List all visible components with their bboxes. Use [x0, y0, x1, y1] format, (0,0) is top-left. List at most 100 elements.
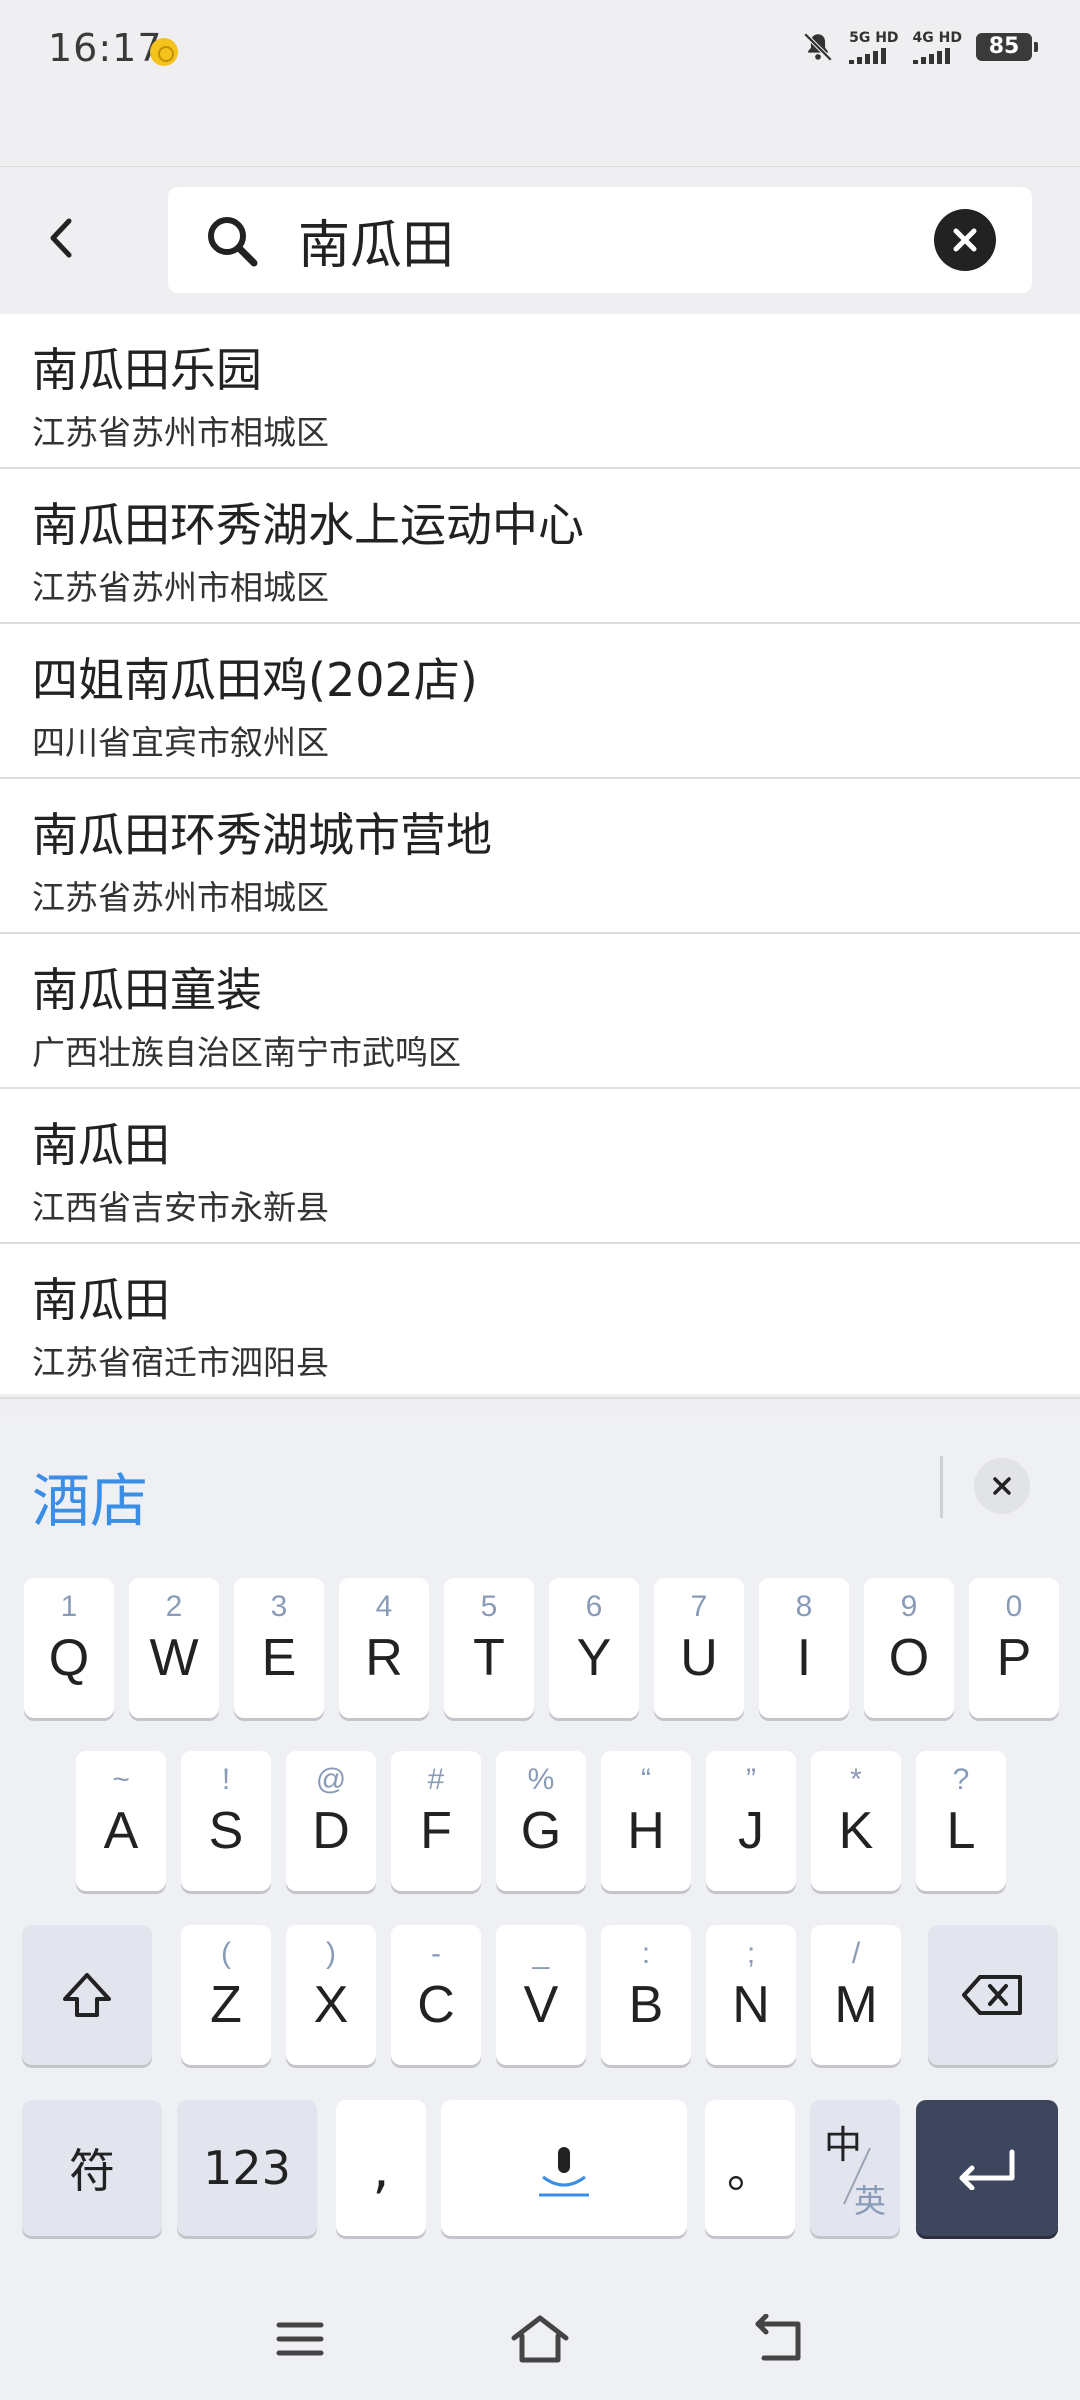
number-key-label: 123: [203, 2141, 291, 2195]
key-sub: 5: [480, 1590, 498, 1623]
home-button[interactable]: [505, 2304, 575, 2374]
number-key[interactable]: 123: [177, 2100, 317, 2236]
result-item[interactable]: 南瓜田环秀湖城市营地 江苏省苏州市相城区: [0, 779, 1080, 934]
chevron-left-icon: [50, 218, 72, 258]
key-main: S: [208, 1802, 244, 1860]
keyboard-toolbar: 酒店: [0, 1418, 1080, 1558]
back-arrow-icon: [755, 2314, 801, 2361]
key-sub: 2: [165, 1590, 183, 1623]
result-item[interactable]: 四姐南瓜田鸡(202店) 四川省宜宾市叙州区: [0, 624, 1080, 779]
result-item[interactable]: 南瓜田环秀湖水上运动中心 江苏省苏州市相城区: [0, 469, 1080, 624]
key-v[interactable]: _ V: [496, 1925, 586, 2065]
microphone-icon: [539, 2147, 589, 2197]
signal-5g-label: 5G HD: [849, 29, 899, 46]
key-main: G: [520, 1802, 562, 1860]
menu-button[interactable]: [265, 2304, 335, 2374]
key-main: R: [365, 1629, 403, 1687]
key-main: U: [680, 1629, 718, 1687]
enter-key[interactable]: [916, 2100, 1058, 2236]
mute-bell-icon: [801, 30, 835, 64]
key-c[interactable]: -C: [391, 1925, 481, 2065]
key-n[interactable]: ; N: [706, 1925, 796, 2065]
key-t[interactable]: 5T: [444, 1578, 534, 1718]
status-bar: 16:17 5G HD 4G HD 85: [0, 0, 1080, 100]
key-l[interactable]: ? L: [916, 1751, 1006, 1891]
backspace-key-face: [928, 1925, 1058, 2065]
key-sub: (: [221, 1937, 231, 1970]
search-header: [0, 166, 1080, 314]
key-o[interactable]: 9O: [864, 1578, 954, 1718]
lang-key-bottom: 英: [854, 2182, 887, 2220]
key-main: B: [628, 1976, 664, 2034]
keyboard-suggestion[interactable]: 酒店: [32, 1454, 148, 1538]
search-box[interactable]: [168, 187, 1032, 293]
key-d[interactable]: @ D: [286, 1751, 376, 1891]
back-nav-button[interactable]: [745, 2304, 815, 2374]
key-i[interactable]: 8I: [759, 1578, 849, 1718]
key-k[interactable]: * K: [811, 1751, 901, 1891]
result-item[interactable]: 南瓜田童装 广西壮族自治区南宁市武鸣区: [0, 934, 1080, 1089]
search-input[interactable]: [298, 205, 858, 275]
key-a[interactable]: ~ A: [76, 1751, 166, 1891]
language-switch-key[interactable]: 中 英: [810, 2100, 900, 2236]
backspace-key[interactable]: [928, 1925, 1058, 2065]
result-name: 南瓜田环秀湖城市营地: [32, 808, 492, 862]
back-button[interactable]: [30, 203, 90, 273]
result-name: 南瓜田: [32, 1273, 170, 1327]
key-main: T: [473, 1629, 505, 1687]
space-key[interactable]: [441, 2100, 687, 2236]
key-x[interactable]: ) X: [286, 1925, 376, 2065]
result-item[interactable]: 南瓜田 江苏省宿迁市泗阳县: [0, 1244, 1080, 1399]
key-q[interactable]: 1Q: [24, 1578, 114, 1718]
result-address: 江苏省苏州市相城区: [32, 878, 329, 917]
result-item[interactable]: 南瓜田乐园 江苏省苏州市相城区: [0, 314, 1080, 469]
result-item[interactable]: 南瓜田 江西省吉安市永新县: [0, 1089, 1080, 1244]
period-key-label: 。: [727, 2144, 773, 2198]
key-m[interactable]: / M: [811, 1925, 901, 2065]
comma-key[interactable]: ,: [336, 2100, 426, 2236]
key-main: Q: [48, 1629, 90, 1687]
period-key[interactable]: 。: [705, 2100, 795, 2236]
result-name: 四姐南瓜田鸡(202店): [32, 653, 478, 707]
result-name: 南瓜田: [32, 1118, 170, 1172]
key-u[interactable]: 7U: [654, 1578, 744, 1718]
key-p[interactable]: 0P: [969, 1578, 1059, 1718]
backspace-icon: [962, 1975, 1022, 2015]
key-main: O: [888, 1629, 930, 1687]
key-w[interactable]: 2W: [129, 1578, 219, 1718]
key-r[interactable]: 4R: [339, 1578, 429, 1718]
result-address: 江苏省苏州市相城区: [32, 413, 329, 452]
key-main: I: [796, 1629, 812, 1687]
key-main: N: [732, 1976, 770, 2034]
key-z[interactable]: (Z: [181, 1925, 271, 2065]
system-nav-bar: [0, 2280, 1080, 2400]
key-sub: ;: [746, 1937, 756, 1970]
key-h[interactable]: “H: [601, 1751, 691, 1891]
key-j[interactable]: ” J: [706, 1751, 796, 1891]
result-name: 南瓜田童装: [32, 963, 262, 1017]
key-main: P: [996, 1629, 1032, 1687]
shift-key[interactable]: [22, 1925, 152, 2065]
key-b[interactable]: :B: [601, 1925, 691, 2065]
key-sub: 0: [1005, 1590, 1023, 1623]
key-sub: @: [315, 1763, 347, 1796]
close-icon: [993, 1477, 1011, 1495]
key-s[interactable]: ! S: [181, 1751, 271, 1891]
key-e[interactable]: 3E: [234, 1578, 324, 1718]
key-g[interactable]: % G: [496, 1751, 586, 1891]
key-y[interactable]: 6Y: [549, 1578, 639, 1718]
key-f[interactable]: # F: [391, 1751, 481, 1891]
toolbar-divider: [940, 1456, 943, 1518]
clear-search-button[interactable]: [934, 209, 996, 271]
key-sub: 4: [375, 1590, 393, 1623]
key-sub: ~: [112, 1763, 130, 1796]
key-sub: !: [221, 1763, 231, 1796]
result-address: 广西壮族自治区南宁市武鸣区: [32, 1033, 461, 1072]
symbol-key[interactable]: 符: [22, 2100, 162, 2236]
search-icon: [208, 217, 258, 267]
soft-keyboard: 酒店 1Q 2W 3E 4R 5T 6Y 7U 8I 9O 0P ~ A ! S @…: [0, 1418, 1080, 2400]
coin-icon: [150, 38, 178, 66]
keyboard-close-button[interactable]: [974, 1458, 1030, 1514]
key-main: X: [313, 1976, 349, 2034]
key-main: M: [834, 1976, 878, 2034]
